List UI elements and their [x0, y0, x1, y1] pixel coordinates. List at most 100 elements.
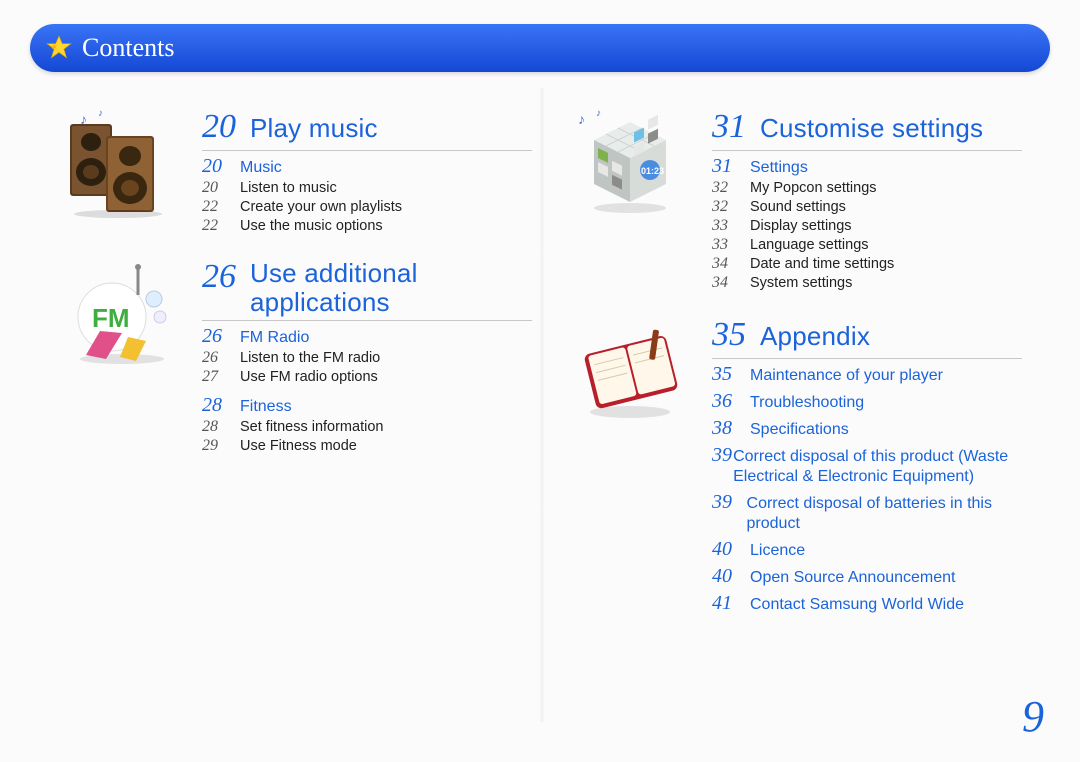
sub-title: Display settings	[750, 218, 852, 234]
section-fm-radio: 26 FM Radio 26 Listen to the FM radio 27…	[202, 325, 532, 386]
sub-row[interactable]: 33Display settings	[712, 217, 1022, 235]
sub-page: 20	[202, 179, 240, 197]
chapter-content: 26 Use additional applications 26 FM Rad…	[202, 259, 532, 455]
section-settings: 31 Settings 32My Popcon settings 32Sound…	[712, 155, 1022, 292]
sub-row[interactable]: 34Date and time settings	[712, 255, 1022, 273]
chapter-title[interactable]: Customise settings	[760, 113, 983, 144]
star-icon	[46, 35, 72, 61]
chapter-page: 35	[712, 316, 760, 354]
content-columns: ♪ ♪	[62, 108, 1042, 722]
section-page: 28	[202, 394, 240, 417]
chapter-title[interactable]: Play music	[250, 113, 378, 144]
sub-row[interactable]: 27 Use FM radio options	[202, 368, 532, 386]
sub-row[interactable]: 34System settings	[712, 274, 1022, 292]
section-page: 36	[712, 390, 750, 413]
right-column: ♪ ♪	[552, 108, 1042, 722]
sub-page: 34	[712, 274, 750, 292]
section-title: Correct disposal of batteries in this pr…	[747, 494, 1022, 534]
sub-row[interactable]: 29 Use Fitness mode	[202, 437, 532, 455]
section-row[interactable]: 20 Music	[202, 155, 532, 178]
section-row[interactable]: 40Open Source Announcement	[712, 565, 1022, 588]
chapter-title[interactable]: Use additional applications	[250, 259, 418, 316]
speakers-icon: ♪ ♪	[62, 205, 182, 222]
chapter-content: 35 Appendix 35Maintenance of your player…	[712, 316, 1022, 615]
chapter-icon-cell: FM	[62, 259, 202, 455]
section-page: 38	[712, 417, 750, 440]
chapter-page: 26	[202, 259, 250, 295]
sub-page: 26	[202, 349, 240, 367]
section-row[interactable]: 39Correct disposal of batteries in this …	[712, 491, 1022, 534]
section-title: FM Radio	[240, 329, 309, 347]
sub-page: 33	[712, 236, 750, 254]
chapter-header: 26 Use additional applications	[202, 259, 532, 321]
section-page: 31	[712, 155, 750, 178]
svg-text:FM: FM	[92, 303, 130, 333]
sub-page: 27	[202, 368, 240, 386]
sub-row[interactable]: 20 Listen to music	[202, 179, 532, 197]
section-title: Troubleshooting	[750, 394, 864, 412]
sub-page: 32	[712, 198, 750, 216]
sub-page: 22	[202, 217, 240, 235]
section-page: 35	[712, 363, 750, 386]
fm-radio-icon: FM	[62, 356, 182, 373]
sub-row[interactable]: 32Sound settings	[712, 198, 1022, 216]
section-row[interactable]: 35Maintenance of your player	[712, 363, 1022, 386]
left-column: ♪ ♪	[62, 108, 552, 722]
chapter-play-music: ♪ ♪	[62, 108, 532, 235]
sub-title: Language settings	[750, 237, 869, 253]
svg-text:01:23: 01:23	[641, 166, 664, 176]
section-title: Settings	[750, 159, 808, 177]
sub-title: Listen to music	[240, 180, 337, 196]
section-title: Correct disposal of this product (Waste …	[733, 447, 1022, 487]
sub-row[interactable]: 22 Use the music options	[202, 217, 532, 235]
chapter-customise-settings: ♪ ♪	[572, 108, 1022, 292]
chapter-title[interactable]: Appendix	[760, 321, 870, 352]
sub-row[interactable]: 32My Popcon settings	[712, 179, 1022, 197]
section-page: 26	[202, 325, 240, 348]
sub-row[interactable]: 26 Listen to the FM radio	[202, 349, 532, 367]
section-page: 39	[712, 444, 733, 467]
chapter-icon-cell: ♪ ♪	[62, 108, 202, 235]
sub-page: 22	[202, 198, 240, 216]
section-row[interactable]: 40Licence	[712, 538, 1022, 561]
chapter-title-l2: applications	[250, 287, 390, 317]
section-music: 20 Music 20 Listen to music 22 Create yo…	[202, 155, 532, 235]
sub-title: Listen to the FM radio	[240, 350, 380, 366]
section-row[interactable]: 28 Fitness	[202, 394, 532, 417]
sub-page: 34	[712, 255, 750, 273]
section-title: Licence	[750, 542, 805, 560]
section-title: Music	[240, 159, 282, 177]
sub-row[interactable]: 22 Create your own playlists	[202, 198, 532, 216]
section-row[interactable]: 26 FM Radio	[202, 325, 532, 348]
chapter-page: 20	[202, 108, 250, 146]
sub-page: 33	[712, 217, 750, 235]
sub-title: Use FM radio options	[240, 369, 378, 385]
sub-title: Use Fitness mode	[240, 438, 357, 454]
chapter-header: 31 Customise settings	[712, 108, 1022, 151]
section-title: Fitness	[240, 398, 292, 416]
section-page: 41	[712, 592, 750, 615]
sub-title: Use the music options	[240, 218, 383, 234]
sub-title: My Popcon settings	[750, 180, 877, 196]
sub-row[interactable]: 28 Set fitness information	[202, 418, 532, 436]
chapter-header: 35 Appendix	[712, 316, 1022, 359]
section-row[interactable]: 36Troubleshooting	[712, 390, 1022, 413]
section-row[interactable]: 39Correct disposal of this product (Wast…	[712, 444, 1022, 487]
chapter-additional-apps: FM 26 Use additional applications	[62, 259, 532, 455]
section-title: Specifications	[750, 421, 849, 439]
svg-text:♪: ♪	[98, 108, 103, 119]
section-title: Contact Samsung World Wide	[750, 596, 964, 614]
chapter-page: 31	[712, 108, 760, 146]
section-title: Open Source Announcement	[750, 569, 955, 587]
chapter-title-l1: Use additional	[250, 258, 418, 288]
sub-page: 29	[202, 437, 240, 455]
section-row[interactable]: 38Specifications	[712, 417, 1022, 440]
appendix-list: 35Maintenance of your player 36Troublesh…	[712, 363, 1022, 615]
section-page: 39	[712, 491, 747, 514]
section-row[interactable]: 31 Settings	[712, 155, 1022, 178]
sub-row[interactable]: 33Language settings	[712, 236, 1022, 254]
svg-text:♪: ♪	[596, 108, 601, 119]
sub-page: 32	[712, 179, 750, 197]
section-row[interactable]: 41Contact Samsung World Wide	[712, 592, 1022, 615]
chapter-icon-cell: ♪ ♪	[572, 108, 712, 292]
